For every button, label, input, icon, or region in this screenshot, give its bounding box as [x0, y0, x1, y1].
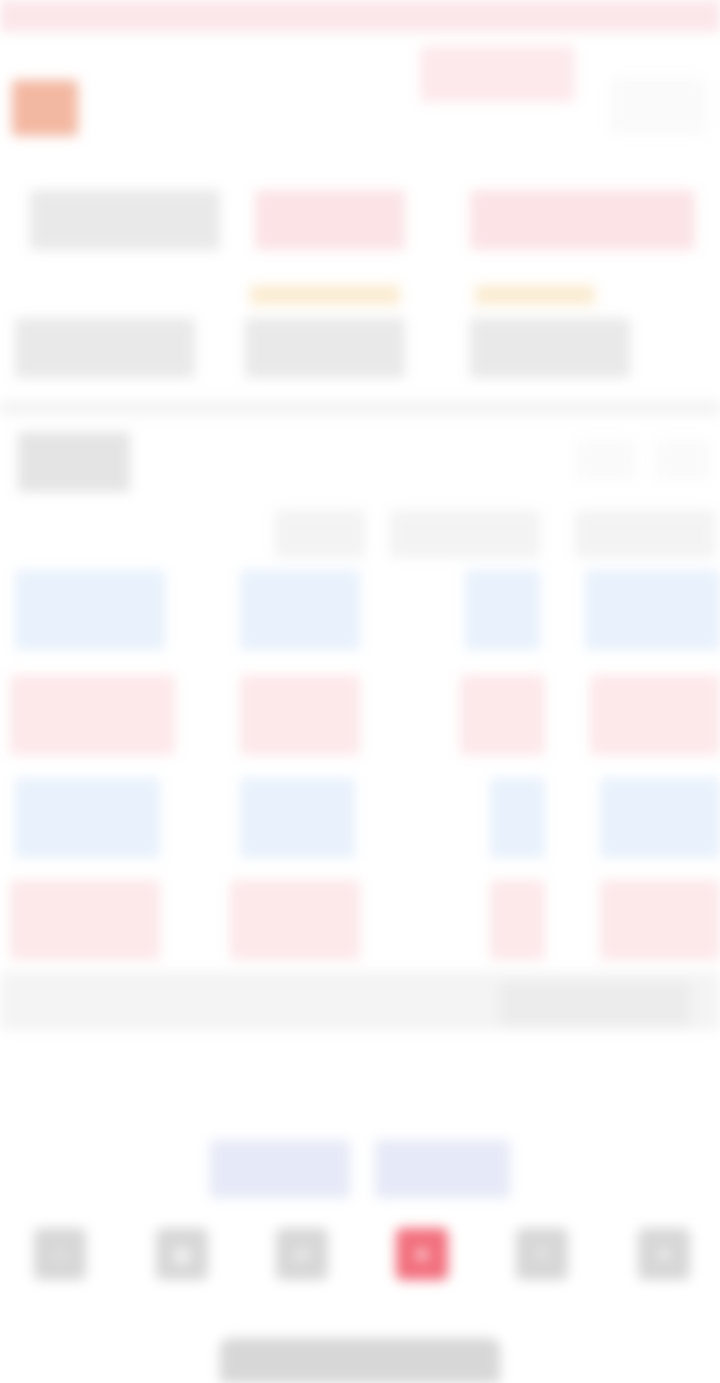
table-cell [600, 778, 720, 858]
home-indicator[interactable] [220, 1338, 500, 1383]
table-header [275, 510, 365, 558]
top-tab-2[interactable] [144, 0, 288, 70]
table-header [20, 510, 150, 558]
nav-item-info[interactable]: ≡ [502, 1228, 582, 1324]
table-cell [10, 880, 160, 960]
table-cell [230, 880, 360, 960]
bottom-nav-bar [0, 1220, 720, 1330]
more-button[interactable] [500, 982, 690, 1026]
page-title [96, 82, 296, 130]
section-divider [0, 400, 720, 416]
nav-item-user[interactable]: ● [624, 1228, 704, 1324]
nav-item-home[interactable]: ⌂ [20, 1228, 100, 1324]
table-cell [15, 778, 160, 858]
quote-value-price [30, 190, 220, 250]
filter-pill[interactable] [375, 1140, 510, 1198]
table-cell [585, 570, 720, 650]
quote-label [475, 160, 655, 180]
quote-label-highlight [250, 285, 400, 305]
quote-value [15, 318, 195, 378]
panel-action-button[interactable] [655, 440, 710, 480]
top-tab-4[interactable] [432, 0, 576, 70]
table-cell [15, 570, 165, 650]
nav-item-hot[interactable]: ★ [382, 1228, 462, 1324]
table-cell [590, 675, 720, 755]
table-header [575, 510, 715, 558]
quote-value [245, 318, 405, 378]
top-tab-1[interactable] [0, 0, 144, 70]
stock-logo-icon [12, 80, 78, 136]
top-tab-3[interactable] [288, 0, 432, 70]
hot-icon: ★ [396, 1228, 448, 1280]
table-cell [240, 675, 360, 755]
quote-label [255, 160, 355, 180]
top-tab-bar [0, 0, 720, 70]
table-header [390, 510, 540, 558]
stat-item [30, 1050, 170, 1118]
info-icon: ≡ [516, 1228, 568, 1280]
table-cell [240, 778, 355, 858]
panel-title [18, 432, 130, 492]
stat-item [210, 1050, 320, 1118]
quote-value-change [255, 190, 405, 250]
top-tab-5[interactable] [576, 0, 720, 70]
stat-item [395, 1050, 505, 1118]
user-icon: ● [638, 1228, 690, 1280]
header-action-button[interactable] [610, 78, 706, 134]
quote-label [30, 285, 150, 305]
quote-value [470, 318, 630, 378]
panel-action-button[interactable] [575, 440, 635, 480]
quote-value-percent [470, 190, 695, 250]
quote-label [30, 160, 210, 180]
nav-item-trade[interactable]: ⇄ [262, 1228, 342, 1324]
trade-icon: ⇄ [276, 1228, 328, 1280]
filter-pill[interactable] [210, 1140, 350, 1198]
home-icon: ⌂ [34, 1228, 86, 1280]
table-cell [490, 778, 545, 858]
table-cell [240, 570, 360, 650]
quotes-icon: ▦ [156, 1228, 208, 1280]
quote-label-highlight [475, 285, 595, 305]
table-cell [460, 675, 545, 755]
table-cell [465, 570, 540, 650]
nav-item-quotes[interactable]: ▦ [142, 1228, 222, 1324]
table-cell [10, 675, 175, 755]
table-cell [600, 880, 720, 960]
table-cell [490, 880, 545, 960]
stat-item [575, 1050, 705, 1118]
